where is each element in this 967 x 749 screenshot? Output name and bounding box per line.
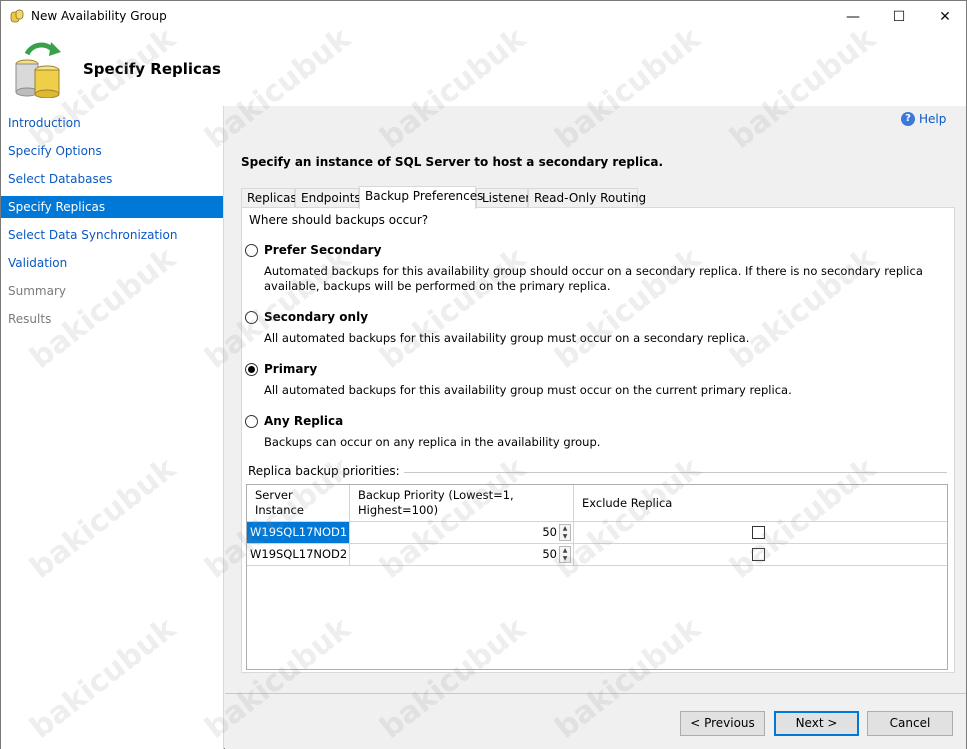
secondary-only-radio[interactable] <box>245 311 258 324</box>
column-header-backup-priority[interactable]: Backup Priority (Lowest=1, Highest=100) <box>350 485 574 522</box>
option-label: Prefer Secondary <box>264 243 382 257</box>
option-label: Any Replica <box>264 414 344 428</box>
previous-button[interactable]: < Previous <box>680 711 765 736</box>
sidebar-item-specify-options[interactable]: Specify Options <box>1 140 223 162</box>
priority-stepper[interactable]: 50 ▲ ▼ <box>350 544 574 566</box>
database-app-icon <box>10 9 24 23</box>
next-button[interactable]: Next > <box>774 711 859 736</box>
option-description: All automated backups for this availabil… <box>264 383 792 397</box>
wizard-content: ? Help Specify an instance of SQL Server… <box>225 106 966 749</box>
spin-up-icon[interactable]: ▲ <box>560 525 570 533</box>
exclude-replica-checkbox[interactable] <box>752 548 765 561</box>
option-description: Automated backups for this availability … <box>264 264 923 293</box>
tab-listener[interactable]: Listener <box>476 188 530 208</box>
option-label: Primary <box>264 362 318 376</box>
option-description: Backups can occur on any replica in the … <box>264 435 601 449</box>
close-button[interactable]: ✕ <box>922 1 967 32</box>
any-replica-radio[interactable] <box>245 415 258 428</box>
help-label: Help <box>919 112 947 126</box>
sidebar-item-specify-replicas[interactable]: Specify Replicas <box>1 196 223 218</box>
priority-value: 50 <box>542 525 557 539</box>
tab-replicas[interactable]: Replicas <box>241 188 297 208</box>
exclude-replica-cell <box>574 544 947 566</box>
priority-value: 50 <box>542 547 557 561</box>
replica-priorities-grid: Server Instance Backup Priority (Lowest=… <box>246 484 948 670</box>
spin-down-icon[interactable]: ▼ <box>560 533 570 541</box>
tab-endpoints[interactable]: Endpoints <box>295 188 361 208</box>
exclude-replica-checkbox[interactable] <box>752 526 765 539</box>
exclude-replica-cell <box>574 522 947 544</box>
tab-backup-preferences[interactable]: Backup Preferences <box>359 186 483 209</box>
table-row-server-cell[interactable]: W19SQL17NOD1 <box>247 522 350 544</box>
page-title: Specify Replicas <box>83 60 221 78</box>
minimize-button[interactable]: — <box>830 1 876 32</box>
title-bar[interactable]: New Availability Group — ☐ ✕ <box>1 1 966 32</box>
spin-buttons[interactable]: ▲ ▼ <box>559 524 571 541</box>
sidebar-item-summary: Summary <box>8 284 66 298</box>
sidebar-item-validation[interactable]: Validation <box>1 252 223 274</box>
wizard-sidebar: Introduction Specify Options Select Data… <box>1 106 224 749</box>
sidebar-item-introduction[interactable]: Introduction <box>1 112 223 134</box>
primary-radio[interactable] <box>245 363 258 376</box>
option-label: Secondary only <box>264 310 369 324</box>
wizard-header: Specify Replicas <box>1 32 966 106</box>
backup-location-question: Where should backups occur? <box>249 213 429 227</box>
cancel-button[interactable]: Cancel <box>867 711 953 736</box>
sidebar-item-results: Results <box>8 312 52 326</box>
dialog-window: New Availability Group — ☐ ✕ Specify Rep… <box>0 0 967 749</box>
priority-stepper[interactable]: 50 ▲ ▼ <box>350 522 574 544</box>
group-divider <box>392 472 947 473</box>
tab-read-only-routing[interactable]: Read-Only Routing <box>528 188 646 208</box>
spin-down-icon[interactable]: ▼ <box>560 555 570 563</box>
backup-preferences-panel: Where should backups occur? Prefer Secon… <box>241 207 955 673</box>
help-icon: ? <box>901 112 915 126</box>
sidebar-item-select-databases[interactable]: Select Databases <box>1 168 223 190</box>
table-row-server-cell[interactable]: W19SQL17NOD2 <box>247 544 350 566</box>
maximize-button[interactable]: ☐ <box>876 1 922 32</box>
help-link[interactable]: ? Help <box>901 112 946 126</box>
availability-group-database-icon <box>15 42 61 98</box>
column-header-server-instance[interactable]: Server Instance <box>247 485 350 522</box>
instruction-text: Specify an instance of SQL Server to hos… <box>241 155 664 169</box>
footer-divider <box>225 693 966 694</box>
window-title: New Availability Group <box>31 9 167 23</box>
prefer-secondary-radio[interactable] <box>245 244 258 257</box>
spin-up-icon[interactable]: ▲ <box>560 547 570 555</box>
column-header-exclude-replica[interactable]: Exclude Replica <box>574 485 947 522</box>
spin-buttons[interactable]: ▲ ▼ <box>559 546 571 563</box>
replica-priorities-label: Replica backup priorities: <box>248 464 404 478</box>
option-description: All automated backups for this availabil… <box>264 331 750 345</box>
sidebar-item-select-data-synchronization[interactable]: Select Data Synchronization <box>1 224 223 246</box>
